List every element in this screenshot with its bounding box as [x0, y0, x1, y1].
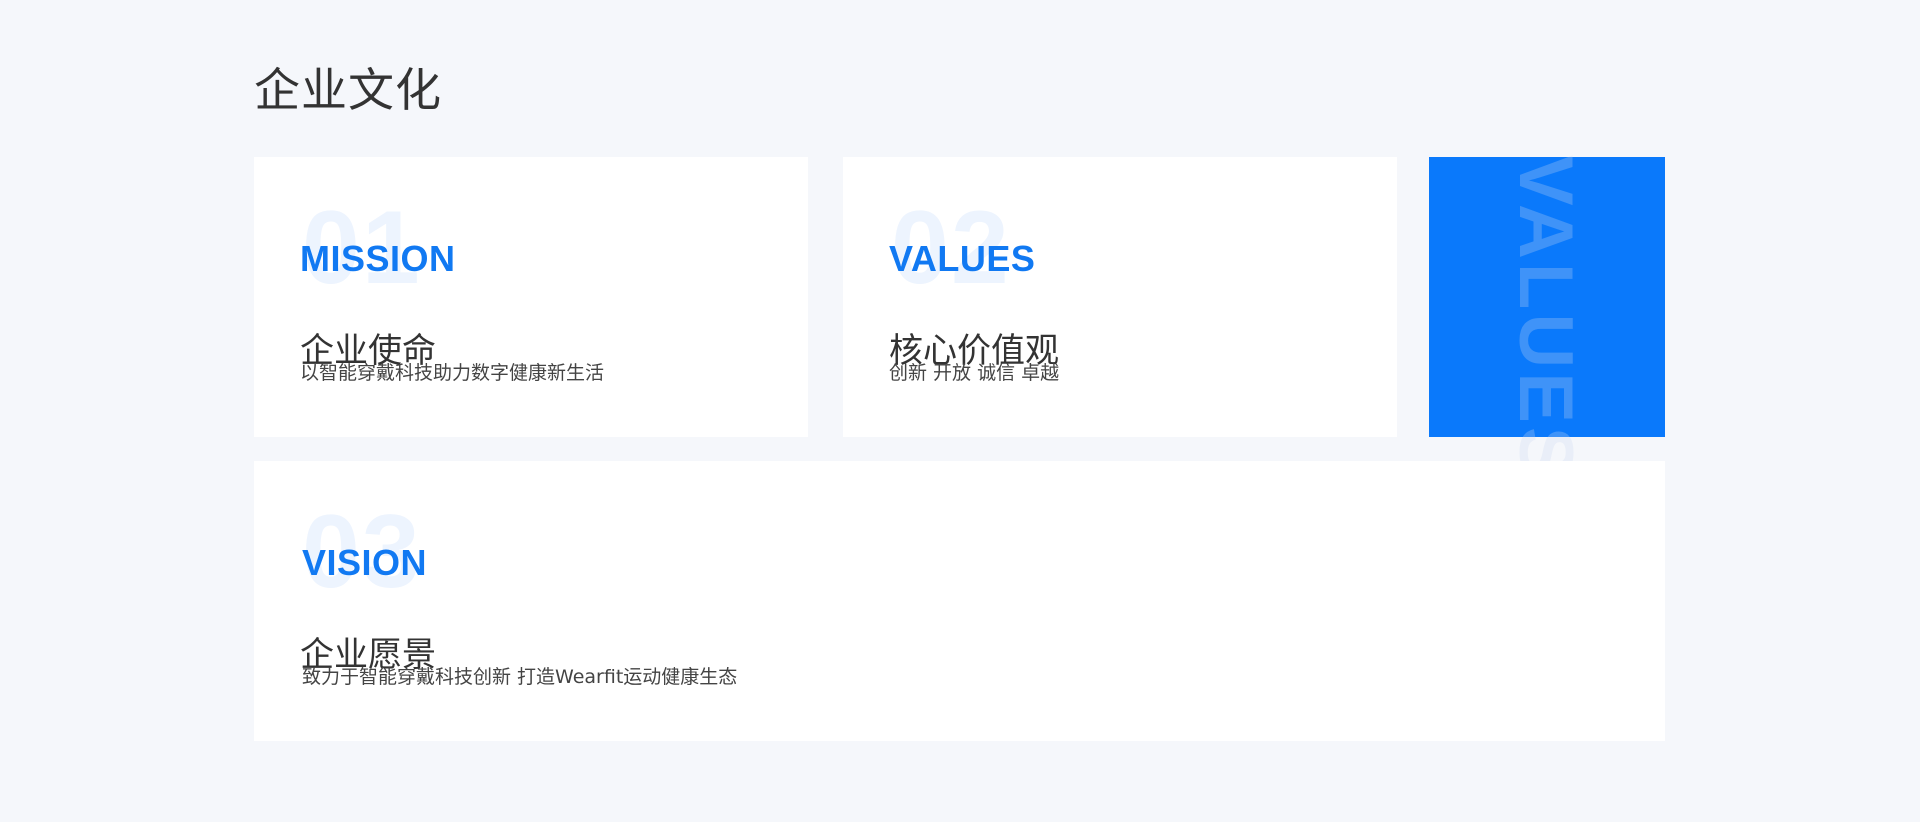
- mission-english-label: MISSION: [300, 238, 456, 279]
- vision-english-label: VISION: [302, 542, 428, 583]
- mission-card: 01 MISSION 企业使命 以智能穿戴科技助力数字健康新生活: [254, 157, 808, 437]
- page-title: 企业文化: [254, 63, 442, 117]
- vertical-watermark-text: VALUES: [1515, 155, 1575, 463]
- vision-description: 致力于智能穿戴科技创新 打造Wearfit运动健康生态: [302, 666, 738, 688]
- mission-description: 以智能穿戴科技助力数字健康新生活: [300, 362, 605, 384]
- values-description: 创新 开放 诚信 卓越: [889, 362, 1060, 384]
- values-card: 02 VALUES 核心价值观 创新 开放 诚信 卓越: [843, 157, 1397, 437]
- vision-card: 03 VISION 企业愿景 致力于智能穿戴科技创新 打造Wearfit运动健康…: [254, 461, 1665, 741]
- vertical-watermark: VALUES: [1515, 155, 1575, 463]
- values-english-label: VALUES: [889, 238, 1036, 279]
